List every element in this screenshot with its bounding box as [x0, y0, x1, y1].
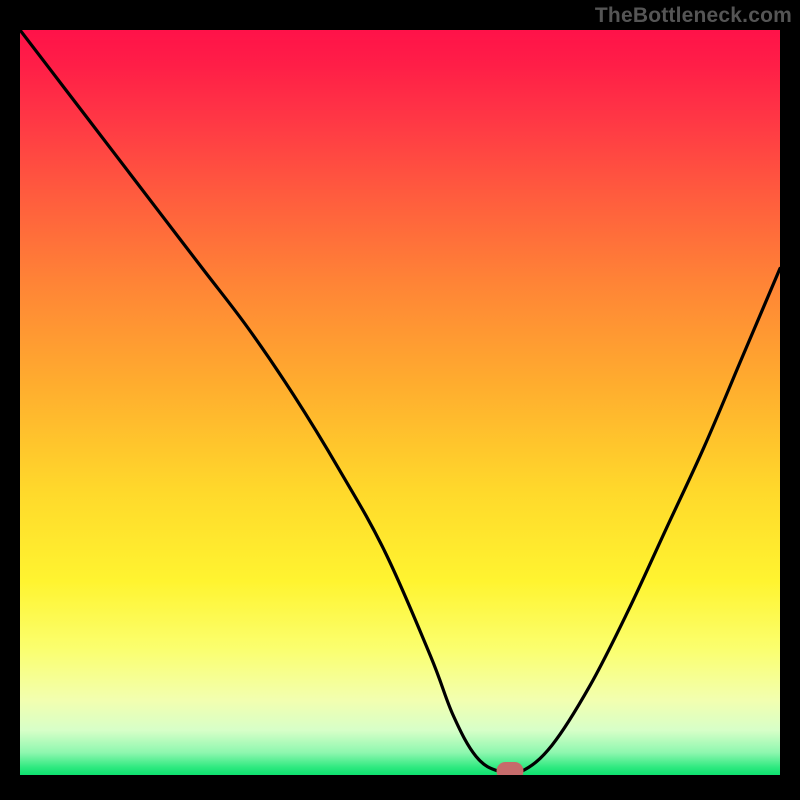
chart-frame: TheBottleneck.com	[0, 0, 800, 800]
plot-area	[20, 30, 780, 775]
watermark-text: TheBottleneck.com	[595, 4, 792, 28]
curve-svg	[20, 30, 780, 775]
optimal-marker	[497, 762, 524, 775]
bottleneck-curve-path	[20, 30, 780, 774]
